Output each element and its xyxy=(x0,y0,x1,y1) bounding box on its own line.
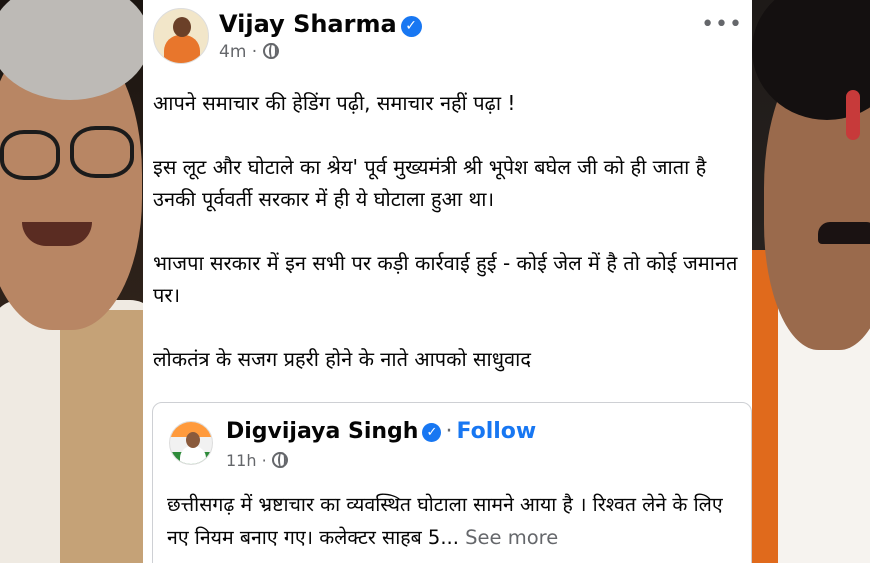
author-avatar[interactable] xyxy=(153,8,209,64)
post-meta: 4m · xyxy=(219,42,279,62)
left-person-photo xyxy=(0,0,143,563)
facebook-post: Vijay Sharma ✓ 4m · ••• आपने समाचार की हे… xyxy=(143,0,752,563)
shared-author-avatar[interactable] xyxy=(169,421,213,465)
shared-author-row: Digvijaya Singh ✓ · Follow xyxy=(226,419,536,444)
verified-badge-icon: ✓ xyxy=(400,16,422,37)
see-more-link[interactable]: See more xyxy=(465,526,558,549)
shared-post-time[interactable]: 11h xyxy=(226,451,257,470)
right-person-photo xyxy=(752,0,870,563)
post-header: Vijay Sharma ✓ 4m · ••• xyxy=(153,8,743,68)
globe-icon xyxy=(262,43,279,59)
shared-post[interactable]: Digvijaya Singh ✓ · Follow 11h · छत्तीसगढ़ … xyxy=(152,402,752,563)
follow-button[interactable]: Follow xyxy=(456,419,536,444)
separator-dot: · xyxy=(445,419,453,444)
post-time[interactable]: 4m xyxy=(219,42,246,62)
author-name[interactable]: Vijay Sharma xyxy=(219,10,397,38)
post-paragraph: आपने समाचार की हेडिंग पढ़ी, समाचार नहीं … xyxy=(153,91,516,115)
post-paragraph: लोकतंत्र के सजग प्रहरी होने के नाते आपको… xyxy=(153,347,531,371)
more-options-icon[interactable]: ••• xyxy=(701,14,743,36)
shared-author-name[interactable]: Digvijaya Singh xyxy=(226,419,418,444)
shared-post-text: छत्तीसगढ़ में भ्रष्टाचार का व्यवस्थित घो… xyxy=(167,493,723,549)
post-paragraph: भाजपा सरकार में इन सभी पर कड़ी कार्रवाई … xyxy=(153,251,738,307)
verified-badge-icon: ✓ xyxy=(422,423,442,442)
post-paragraph: इस लूट और घोटाले का श्रेय' पूर्व मुख्यमं… xyxy=(153,155,707,211)
globe-icon xyxy=(271,452,288,468)
post-body: आपने समाचार की हेडिंग पढ़ी, समाचार नहीं … xyxy=(153,87,743,407)
shared-post-meta: 11h · xyxy=(226,451,288,470)
shared-post-text-block: छत्तीसगढ़ में भ्रष्टाचार का व्यवस्थित घो… xyxy=(167,488,747,554)
author-name-row: Vijay Sharma ✓ xyxy=(219,10,422,38)
